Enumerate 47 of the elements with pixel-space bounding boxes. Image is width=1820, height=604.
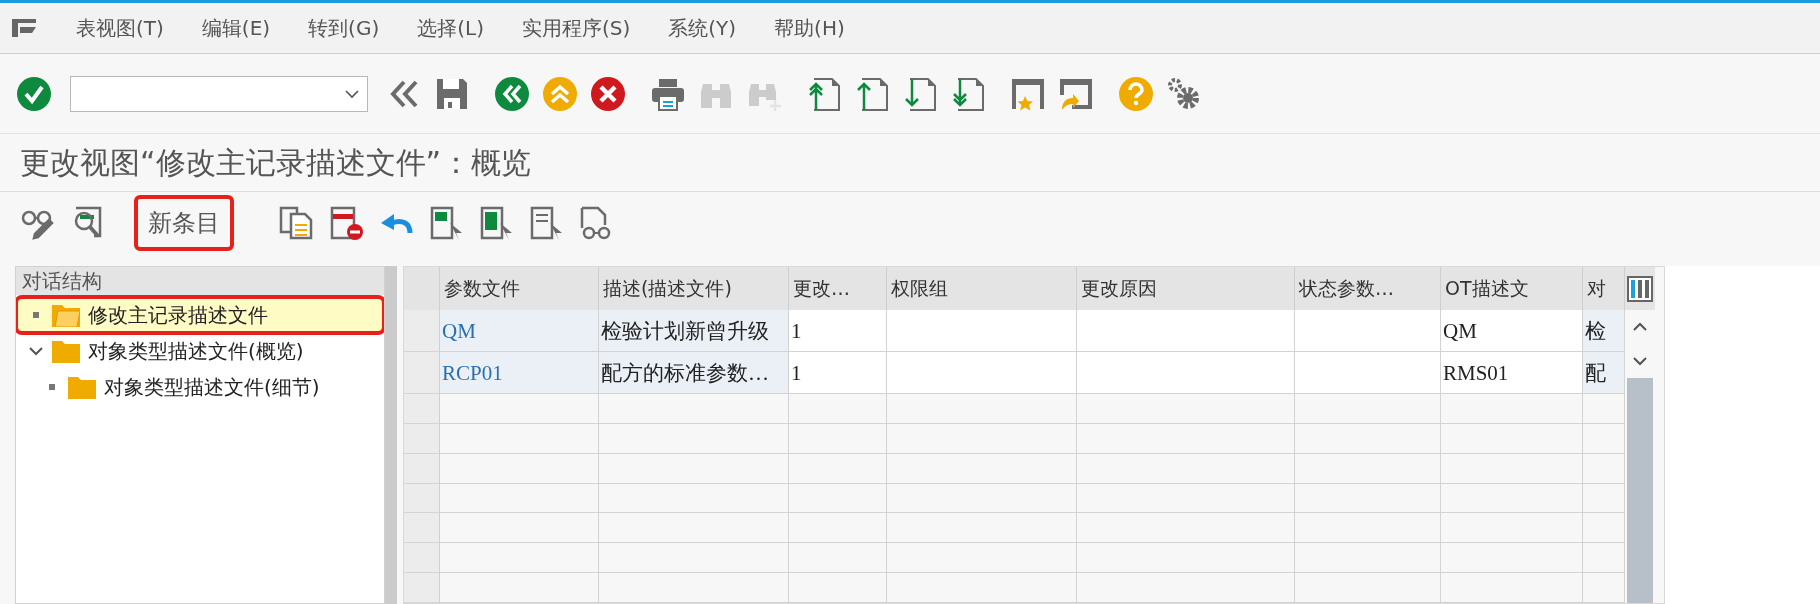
table-cell: 1 xyxy=(789,310,887,351)
table-cell: QM xyxy=(440,310,599,351)
menu-item[interactable]: 编辑(E) xyxy=(201,13,271,43)
tree-item-label: 对象类型描述文件(细节) xyxy=(104,374,320,401)
page-down-arrow-icon[interactable] xyxy=(902,75,938,112)
menu-item[interactable]: 帮助(H) xyxy=(774,13,845,43)
window-menu-icon[interactable] xyxy=(10,17,38,39)
folder-icon xyxy=(68,375,96,399)
scrollbar-thumb[interactable] xyxy=(1627,378,1653,603)
menu-item[interactable]: 选择(L) xyxy=(417,13,484,43)
panel-header: 对话结构 xyxy=(16,267,384,295)
copy-icon[interactable] xyxy=(278,205,314,241)
check-icon[interactable] xyxy=(16,75,52,112)
table-cell: RCP01 xyxy=(440,352,599,393)
column-layout-icon[interactable] xyxy=(1627,275,1653,302)
chevron-up-icon xyxy=(1633,322,1647,332)
table-cell: 配 xyxy=(1583,352,1625,393)
table-cell: 1 xyxy=(789,352,887,393)
dropdown-chevron-icon[interactable] xyxy=(345,88,359,99)
screen-title: 更改视图“修改主记录描述文件”：概览 xyxy=(0,134,1820,192)
tree-item-label: 对象类型描述文件(概览) xyxy=(88,338,304,365)
select-cursor-icon[interactable] xyxy=(478,205,514,241)
delete-row-icon[interactable] xyxy=(328,205,364,241)
tree-item[interactable]: 对象类型描述文件(概览) xyxy=(16,333,384,369)
command-field[interactable] xyxy=(70,75,368,112)
cancel-icon[interactable] xyxy=(590,75,626,112)
page-down-arrow-icon[interactable] xyxy=(950,75,986,112)
menu-item[interactable]: 实用程序(S) xyxy=(521,13,631,43)
table-cell: 检 xyxy=(1583,310,1625,351)
tree-item-label: 修改主记录描述文件 xyxy=(88,302,268,329)
new-entries-button[interactable]: 新条目 xyxy=(134,195,234,251)
settings-icon[interactable] xyxy=(1166,75,1202,112)
select-cursor-icon[interactable] xyxy=(528,205,564,241)
table-cell: 配方的标准参数… xyxy=(599,352,789,393)
table-cell: 检验计划新曾升级 xyxy=(599,310,789,351)
back-icon[interactable] xyxy=(494,75,530,112)
open-folder-icon xyxy=(52,303,80,327)
menu-item[interactable]: 表视图(T) xyxy=(76,13,164,43)
table-cell: QM xyxy=(1441,310,1583,351)
tree-item[interactable]: 修改主记录描述文件 xyxy=(16,297,384,333)
menu-item[interactable]: 转到(G) xyxy=(308,13,380,43)
menu-item[interactable]: 系统(Y) xyxy=(668,13,737,43)
chevron-down-icon xyxy=(1633,356,1647,366)
folder-icon xyxy=(52,339,80,363)
table-cell: RMS01 xyxy=(1441,352,1583,393)
tree-item[interactable]: 对象类型描述文件(细节) xyxy=(16,369,384,405)
select-cursor-icon[interactable] xyxy=(428,205,464,241)
